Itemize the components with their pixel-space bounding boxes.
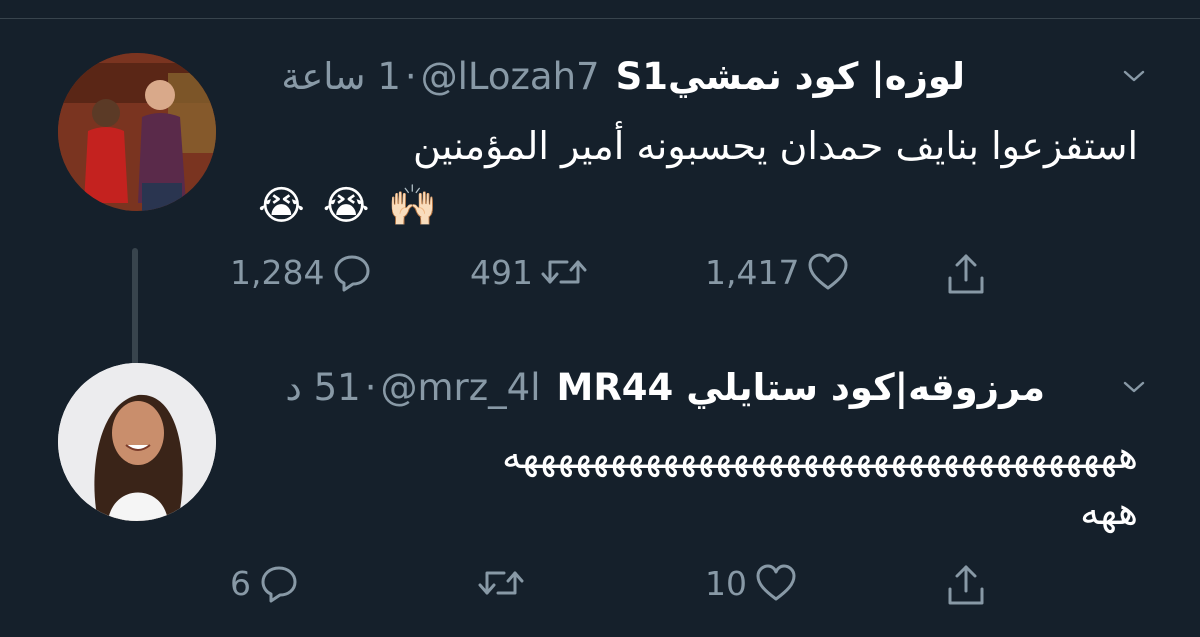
tweet-text-line: استفزعوا بنايف حمدان يحسبونه أمير المؤمن… [412, 124, 1138, 168]
crying-face-emoji: 😭 [322, 183, 370, 229]
chevron-down-icon[interactable] [1122, 375, 1146, 399]
share-button[interactable] [945, 252, 987, 296]
avatar[interactable] [58, 53, 216, 211]
action-bar: 6 10 [230, 563, 1030, 613]
share-icon [948, 565, 984, 605]
separator-dot: · [364, 365, 377, 409]
tweet[interactable]: لوزه| كود نمشيS1 @lLozah7 · 1 ساعة استفز… [0, 20, 1200, 368]
tweet-text-line: هههههههههههههههههههههههههههههههههههه [502, 433, 1138, 477]
action-bar: 1,284 491 1,417 [230, 252, 1030, 302]
retweet-button[interactable]: 491 [470, 252, 587, 292]
reply-button[interactable]: 1,284 [230, 252, 372, 292]
timestamp[interactable]: 1 ساعة [281, 55, 401, 98]
like-button[interactable]: 10 [705, 563, 797, 603]
display-name[interactable]: مرزوقه|كود ستايلي MR44 [557, 366, 1046, 409]
like-icon [808, 253, 848, 290]
like-count: 1,417 [705, 252, 800, 292]
reply-count: 6 [230, 563, 251, 603]
chevron-down-icon[interactable] [1122, 64, 1146, 88]
share-button[interactable] [945, 563, 987, 607]
retweet-count: 491 [470, 252, 533, 292]
raising-hands-emoji: 🙌🏻 [387, 183, 438, 229]
handle[interactable]: @mrz_4l [381, 366, 541, 409]
display-name[interactable]: لوزه| كود نمشيS1 [616, 55, 965, 98]
emoji-row: 😭 😭 🙌🏻 [258, 178, 1138, 234]
tweet-header: لوزه| كود نمشيS1 @lLozah7 · 1 ساعة [240, 52, 965, 100]
retweet-icon [541, 260, 587, 284]
share-icon [948, 254, 984, 294]
reply-icon [334, 255, 370, 292]
reply-button[interactable]: 6 [230, 563, 299, 603]
timestamp[interactable]: 51 د [285, 366, 360, 409]
tweet-text: استفزعوا بنايف حمدان يحسبونه أمير المؤمن… [258, 118, 1138, 234]
handle[interactable]: @lLozah7 [421, 55, 600, 98]
reply-count: 1,284 [230, 252, 325, 292]
tweet-header: مرزوقه|كود ستايلي MR44 @mrz_4l · 51 د [240, 363, 1045, 411]
tweet-text: هههههههههههههههههههههههههههههههههههه ههه [238, 427, 1138, 539]
tweet[interactable]: مرزوقه|كود ستايلي MR44 @mrz_4l · 51 د هه… [0, 345, 1200, 637]
like-icon [756, 564, 796, 601]
tweet-text-line: ههه [1080, 489, 1138, 533]
avatar[interactable] [58, 363, 216, 521]
like-count: 10 [705, 563, 747, 603]
crying-face-emoji: 😭 [258, 183, 305, 229]
reply-icon [261, 566, 297, 603]
top-divider [0, 0, 1200, 19]
retweet-button[interactable] [470, 563, 524, 603]
retweet-icon [478, 571, 524, 595]
like-button[interactable]: 1,417 [705, 252, 849, 292]
separator-dot: · [404, 54, 417, 98]
